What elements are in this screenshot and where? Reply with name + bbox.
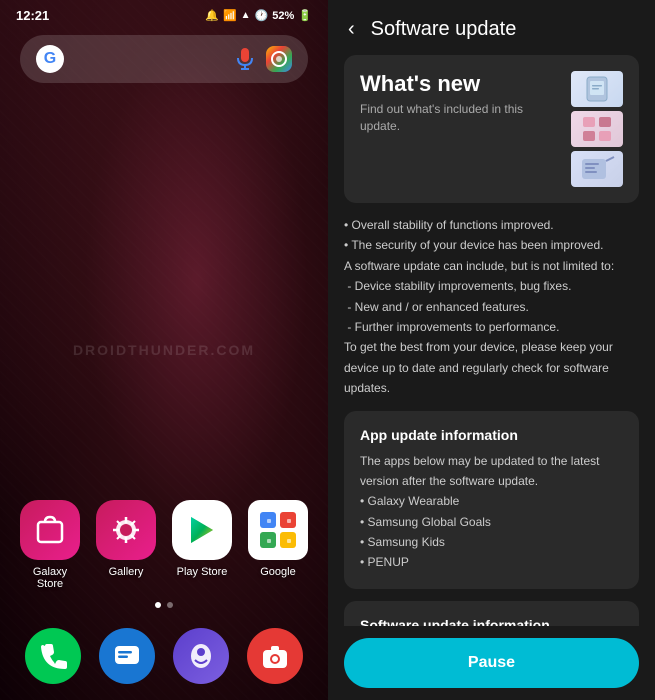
galaxy-store-label: Galaxy Store xyxy=(20,566,80,590)
update-content[interactable]: What's new Find out what's included in t… xyxy=(328,55,655,626)
update-header: ‹ Software update xyxy=(328,0,655,55)
app-update-title: App update information xyxy=(360,427,623,443)
app-update-body: The apps below may be updated to the lat… xyxy=(360,451,623,573)
app-item-play-store[interactable]: Play Store xyxy=(172,500,232,590)
page-dots xyxy=(0,590,328,616)
whats-new-card: What's new Find out what's included in t… xyxy=(344,55,639,203)
app-item-messages[interactable] xyxy=(94,628,160,684)
preview-phone xyxy=(571,71,623,107)
wifi-icon: 📶 xyxy=(223,9,237,22)
dot-2[interactable] xyxy=(167,602,173,608)
search-bar[interactable]: G xyxy=(20,35,308,83)
app-item-google[interactable]: Google xyxy=(248,500,308,590)
status-bar: 12:21 🔔 📶 ▲ 🕐 52% 🔋 xyxy=(0,0,328,27)
app-update-card: App update information The apps below ma… xyxy=(344,411,639,589)
gallery-icon xyxy=(96,500,156,560)
whats-new-title: What's new xyxy=(360,71,559,97)
play-store-icon xyxy=(172,500,232,560)
status-icons: 🔔 📶 ▲ 🕐 52% 🔋 xyxy=(205,9,312,22)
update-title: Software update xyxy=(371,18,517,41)
back-button[interactable]: ‹ xyxy=(344,16,359,43)
app-item-phone[interactable] xyxy=(20,628,86,684)
update-footer: Pause xyxy=(328,626,655,700)
camera-icon xyxy=(247,628,303,684)
bottom-dock xyxy=(0,616,328,700)
google-logo: G xyxy=(36,45,64,73)
gallery-label: Gallery xyxy=(109,566,144,578)
app-item-galaxy-store[interactable]: Galaxy Store xyxy=(20,500,80,590)
sound-icon: 🔔 xyxy=(205,9,219,22)
signal-icon: ▲ xyxy=(241,10,251,21)
clock-icon: 🕐 xyxy=(255,9,269,22)
whats-new-text: What's new Find out what's included in t… xyxy=(360,71,559,135)
app-item-gallery[interactable]: Gallery xyxy=(96,500,156,590)
software-update-panel: ‹ Software update What's new Find out wh… xyxy=(328,0,655,700)
battery-text: 52% xyxy=(272,10,294,22)
app-grid: Galaxy Store Gallery xyxy=(0,500,328,590)
dot-1[interactable] xyxy=(155,602,161,608)
play-store-label: Play Store xyxy=(177,566,228,578)
app-item-bixby[interactable] xyxy=(168,628,234,684)
preview-pen xyxy=(571,151,623,187)
app-item-camera[interactable] xyxy=(242,628,308,684)
software-info-title: Software update information xyxy=(360,617,623,626)
home-screen: 12:21 🔔 📶 ▲ 🕐 52% 🔋 G xyxy=(0,0,328,700)
whats-new-images xyxy=(571,71,623,187)
update-description: • Overall stability of functions improve… xyxy=(344,215,639,399)
preview-app xyxy=(571,111,623,147)
mic-icon[interactable] xyxy=(232,46,258,72)
google-label: Google xyxy=(260,566,295,578)
phone-icon xyxy=(25,628,81,684)
battery-icon: 🔋 xyxy=(298,9,312,22)
software-info-card: Software update information • Version: S… xyxy=(344,601,639,626)
lens-icon[interactable] xyxy=(266,46,292,72)
galaxy-store-icon xyxy=(20,500,80,560)
bixby-icon xyxy=(173,628,229,684)
google-icon xyxy=(248,500,308,560)
whats-new-subtitle: Find out what's included in this update. xyxy=(360,101,559,135)
messages-icon xyxy=(99,628,155,684)
pause-button[interactable]: Pause xyxy=(344,638,639,688)
status-time: 12:21 xyxy=(16,8,49,23)
